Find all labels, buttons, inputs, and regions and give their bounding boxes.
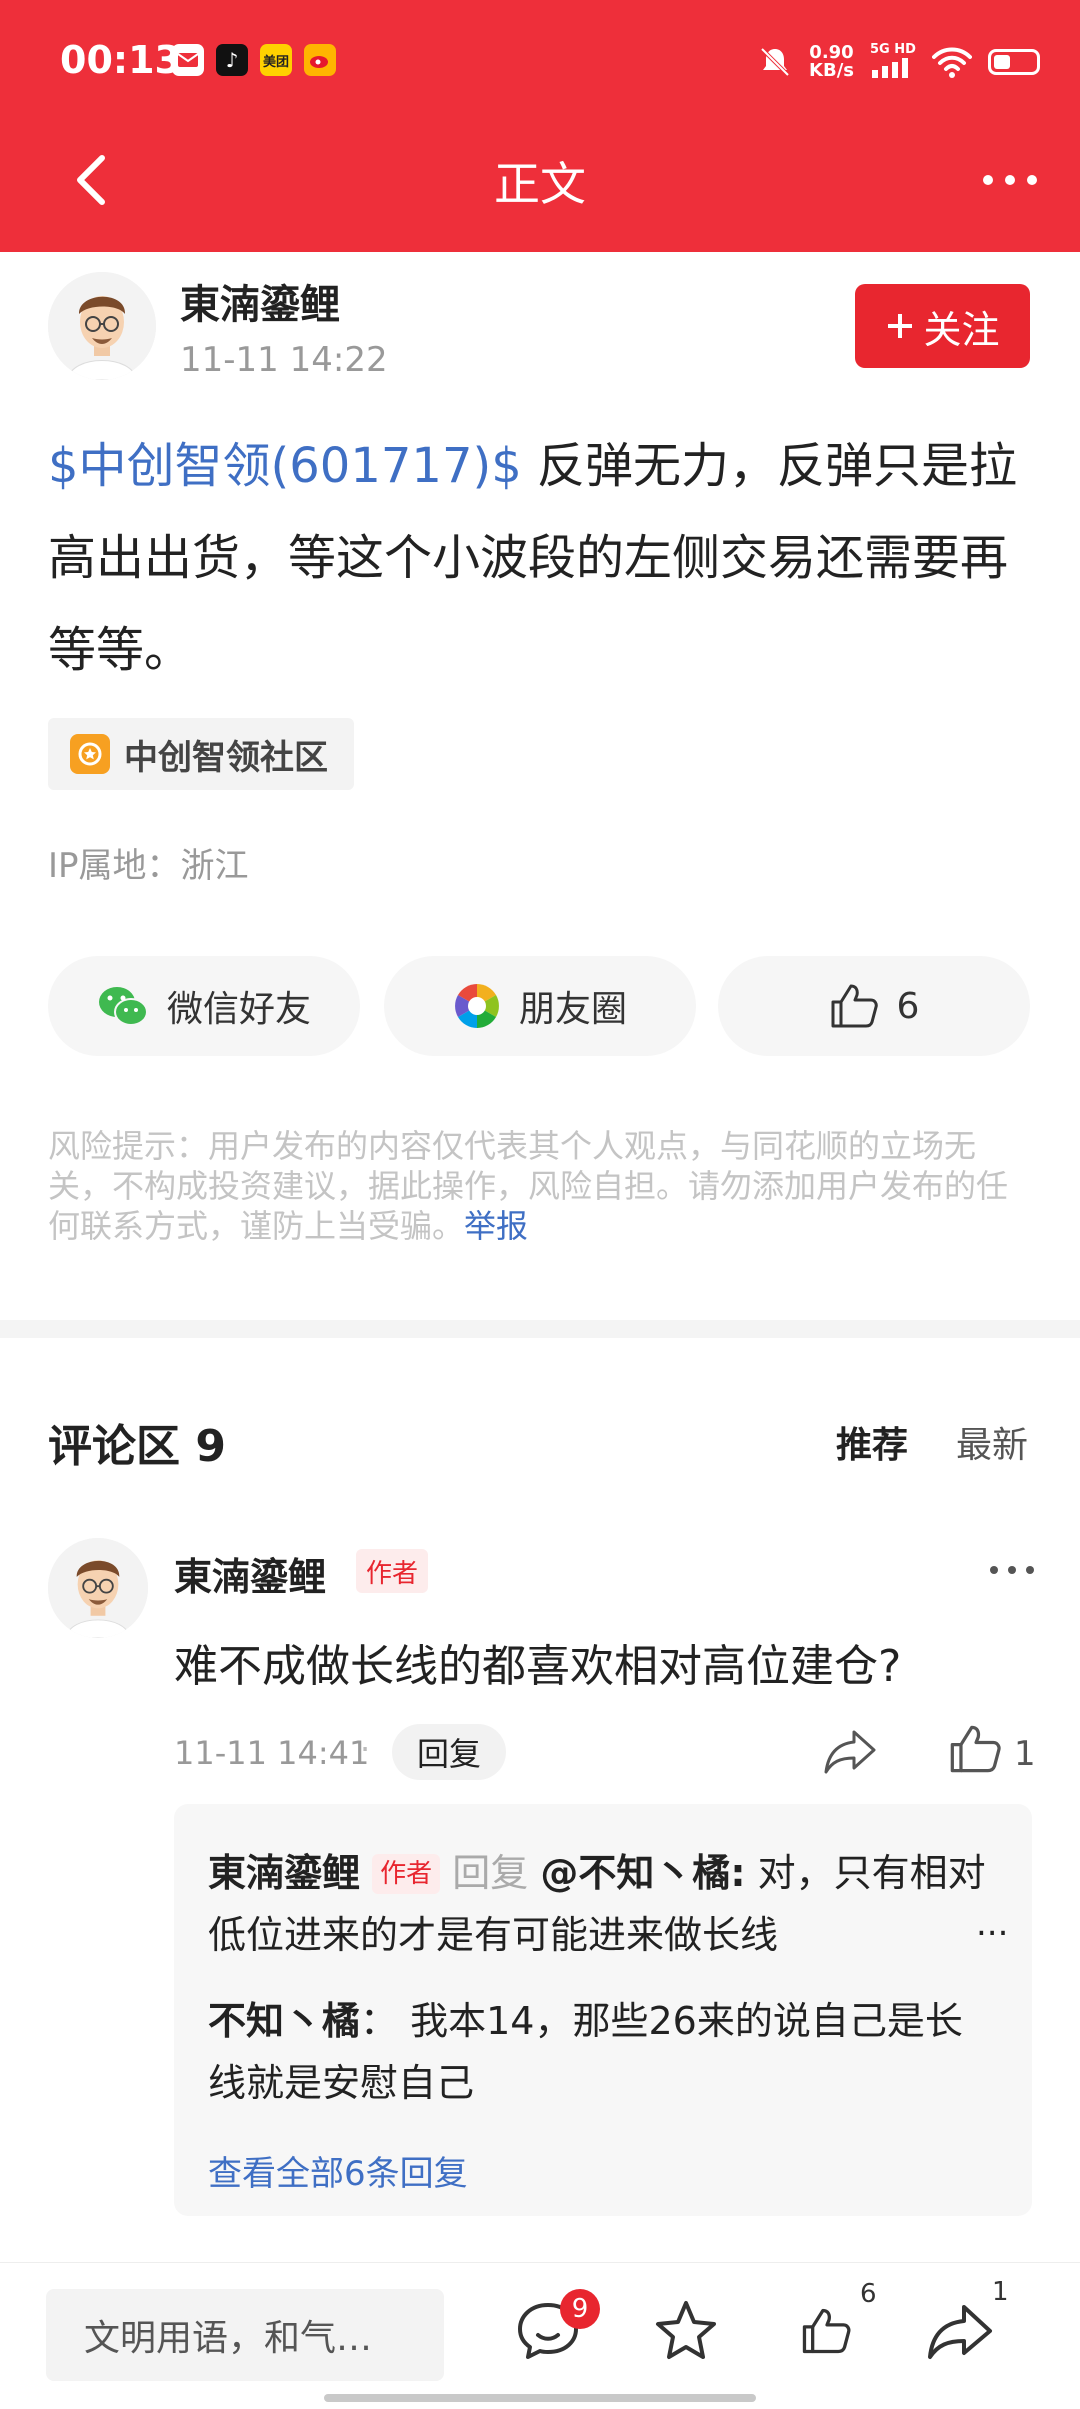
reply-thread: 東湳鎏鲤 作者 回复 @不知丶橘: 对，只有相对低位进来的才是有可能进来做长线 … [174, 1804, 1032, 2216]
post-content: $中创智领(601717)$ 反弹无力，反弹只是拉高出出货，等这个小波段的左侧交… [48, 420, 1038, 696]
top-bar: 00:13 ♪ 美团 0.90 KB/s 5G HD 正文 [0, 0, 1080, 252]
comment-input[interactable]: 文明用语，和气… [46, 2289, 444, 2381]
comment-share-button[interactable] [822, 1726, 878, 1778]
meituan-icon: 美团 [260, 44, 292, 76]
battery-icon [988, 49, 1040, 75]
view-all-replies-link[interactable]: 查看全部6条回复 [208, 2146, 468, 2195]
share-wechat-button[interactable]: 微信好友 [48, 956, 360, 1056]
ip-location: IP属地：浙江 [48, 846, 249, 886]
reply-author-name: 東湳鎏鲤 [208, 1851, 361, 1895]
wifi-icon [932, 47, 972, 78]
comment-like-button[interactable] [948, 1722, 1002, 1776]
comment-like-count: 1 [1014, 1734, 1036, 1774]
topic-chip[interactable]: 中创智领社区 [48, 718, 354, 790]
topic-label: 中创智领社区 [124, 737, 328, 778]
comment-count-badge: 9 [560, 2289, 600, 2329]
commenter-avatar[interactable] [48, 1538, 148, 1638]
comment-more-button[interactable] [982, 1550, 1042, 1590]
comment-author-name[interactable]: 東湳鎏鲤 [174, 1546, 326, 1601]
home-indicator[interactable] [324, 2394, 756, 2402]
favorite-button[interactable] [646, 2291, 726, 2371]
bottom-bar: 文明用语，和气… 9 6 1 [0, 2262, 1080, 2409]
page-title: 正文 [494, 157, 586, 211]
reply-target: @不知丶橘: [540, 1851, 746, 1895]
follow-label: 关注 [923, 307, 1000, 352]
comment-time-dot: · [360, 1730, 371, 1768]
like-count: 6 [860, 2279, 877, 2309]
comment-text: 难不成做长线的都喜欢相对高位建仓? [174, 1641, 902, 1692]
section-divider [0, 1320, 1080, 1338]
net-speed: 0.90 KB/s [809, 42, 854, 81]
avatar-illustration [48, 1538, 148, 1638]
share-button[interactable] [920, 2291, 1000, 2371]
weibo-icon [304, 44, 336, 76]
status-icons: 0.90 KB/s 5G HD [757, 42, 1040, 82]
reply-button[interactable]: 回复 [392, 1724, 506, 1780]
sort-latest-tab[interactable]: 最新 [956, 1416, 1028, 1468]
post-author-name[interactable]: 東湳鎏鲤 [180, 272, 340, 330]
reply-ellipsis: ... [976, 1904, 1009, 1944]
moments-icon [455, 984, 499, 1028]
report-link[interactable]: 举报 [464, 1207, 528, 1245]
community-icon [70, 734, 110, 774]
thumbs-up-icon [831, 984, 878, 1028]
thumbs-up-icon [950, 1725, 1001, 1773]
moments-label: 朋友圈 [518, 989, 627, 1030]
plus-icon [888, 314, 913, 338]
mail-icon [172, 44, 204, 76]
more-dots-icon [990, 1566, 1034, 1574]
signal-icon: 5G HD [870, 42, 916, 80]
reply-item[interactable]: 東湳鎏鲤 作者 回复 @不知丶橘: 对，只有相对低位进来的才是有可能进来做长线 [208, 1842, 998, 1966]
author-avatar[interactable] [48, 272, 156, 380]
reply-word: 回复 [452, 1851, 529, 1895]
stock-link[interactable]: $中创智领(601717)$ [48, 438, 522, 494]
post-like-count: 6 [896, 985, 920, 1027]
risk-notice: 风险提示：用户发布的内容仅代表其个人观点，与同花顺的立场无关，不构成投资建议，据… [48, 1126, 1038, 1246]
thumbs-up-icon [802, 2308, 851, 2354]
follow-button[interactable]: 关注 [855, 284, 1030, 368]
post-time: 11-11 14:22 [180, 340, 388, 380]
share-arrow-icon [824, 1730, 876, 1774]
reply-item[interactable]: 不知丶橘： 我本14，那些26来的说自己是长线就是安慰自己 [208, 1990, 998, 2114]
sort-recommended-tab[interactable]: 推荐 [836, 1416, 908, 1468]
comment-time: 11-11 14:41 [174, 1734, 370, 1772]
wechat-label: 微信好友 [166, 989, 311, 1030]
share-arrow-icon [928, 2305, 992, 2359]
status-time: 00:13 [60, 38, 181, 82]
reply-separator: ： [360, 1999, 399, 2043]
author-badge: 作者 [356, 1549, 429, 1593]
more-button[interactable] [970, 150, 1050, 210]
meituan-label: 美团 [262, 54, 289, 70]
share-count: 1 [992, 2277, 1009, 2307]
share-moments-button[interactable]: 朋友圈 [384, 956, 696, 1056]
reply-author-name: 不知丶橘 [208, 1999, 361, 2043]
mute-icon [760, 47, 790, 77]
like-button[interactable] [786, 2291, 866, 2371]
more-dots-icon [983, 175, 1037, 185]
post-like-button[interactable]: 6 [718, 956, 1030, 1056]
tiktok-icon: ♪ [216, 44, 248, 76]
star-icon [656, 2301, 716, 2359]
comments-title: 评论区 9 [48, 1421, 226, 1472]
wechat-icon [98, 987, 148, 1026]
avatar-illustration [48, 272, 156, 380]
author-badge: 作者 [372, 1854, 441, 1894]
